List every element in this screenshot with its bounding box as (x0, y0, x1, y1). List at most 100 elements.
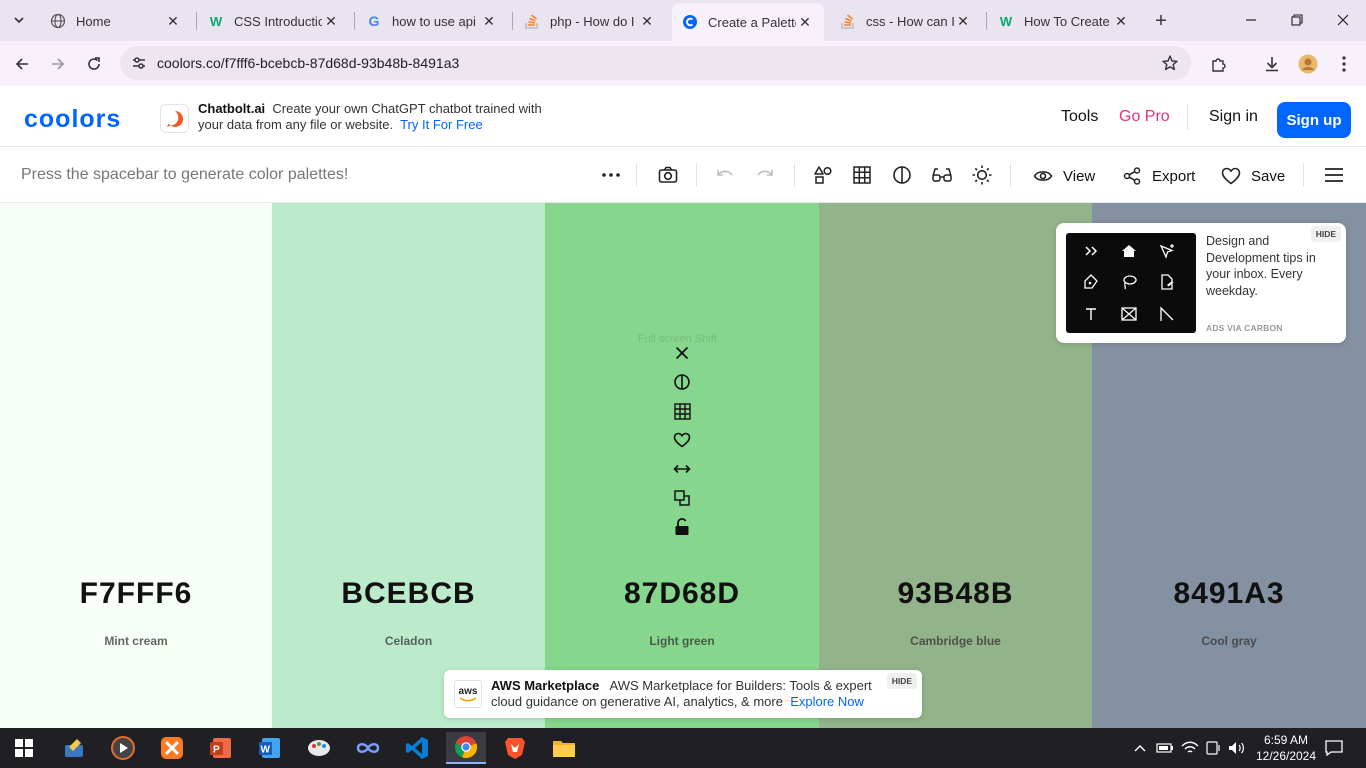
lock-color-button[interactable] (672, 517, 692, 537)
color-swatch[interactable]: 93B48B Cambridge blue (819, 203, 1092, 728)
sign-in-link[interactable]: Sign in (1209, 108, 1258, 126)
browser-tab[interactable]: W How To Create a ✕ (988, 4, 1140, 38)
coolors-logo[interactable]: coolors (24, 105, 121, 134)
browser-tab[interactable]: W CSS Introduction ✕ (198, 4, 350, 38)
wifi-icon[interactable] (1181, 740, 1199, 756)
back-button[interactable] (8, 50, 36, 78)
color-swatch-hovered[interactable]: Full screen Shift 87D68D Light green (545, 203, 819, 728)
hamburger-menu-button[interactable] (1322, 163, 1346, 187)
taskbar-app-xampp[interactable] (152, 732, 192, 764)
color-name[interactable]: Celadon (272, 634, 545, 648)
close-icon[interactable]: ✕ (954, 12, 972, 30)
taskbar-app-infinity[interactable] (348, 732, 388, 764)
close-icon[interactable]: ✕ (1112, 12, 1130, 30)
start-button[interactable] (4, 732, 44, 764)
save-button[interactable]: Save (1221, 164, 1285, 188)
camera-button[interactable] (656, 163, 680, 187)
browser-tab[interactable]: Home ✕ (40, 4, 192, 38)
taskbar-app-word[interactable]: W (250, 732, 290, 764)
go-pro-link[interactable]: Go Pro (1119, 108, 1170, 126)
color-swatch[interactable]: F7FFF6 Mint cream (0, 203, 272, 728)
browser-menu-button[interactable] (1330, 50, 1358, 78)
undo-button[interactable] (713, 163, 737, 187)
downloads-button[interactable] (1258, 50, 1286, 78)
hex-code[interactable]: F7FFF6 (0, 577, 272, 611)
hide-bottom-ad-button[interactable]: HIDE (886, 673, 917, 689)
color-blindness-button[interactable] (930, 163, 954, 187)
header-ad[interactable]: Chatbolt.ai Create your own ChatGPT chat… (198, 101, 558, 133)
address-bar[interactable]: coolors.co/f7fff6-bcebcb-87d68d-93b48b-8… (120, 46, 1191, 80)
taskbar-app-powerpoint[interactable]: P (201, 732, 241, 764)
view-grid-button[interactable] (672, 401, 692, 421)
ad-text[interactable]: Design and Development tips in your inbo… (1206, 233, 1316, 299)
extensions-button[interactable] (1205, 50, 1233, 78)
redo-button[interactable] (753, 163, 777, 187)
new-tab-button[interactable]: + (1150, 10, 1172, 32)
shapes-button[interactable] (811, 163, 835, 187)
tools-link[interactable]: Tools (1061, 108, 1098, 126)
ad-cta-link[interactable]: Try It For Free (400, 117, 483, 132)
color-name[interactable]: Light green (545, 634, 819, 648)
url-text[interactable]: coolors.co/f7fff6-bcebcb-87d68d-93b48b-8… (157, 55, 459, 71)
browser-tab[interactable]: php - How do I ✕ (514, 4, 666, 38)
ads-via-carbon-link[interactable]: ADS VIA CARBON (1206, 323, 1283, 333)
remove-color-button[interactable] (672, 343, 692, 363)
taskbar-app-paint[interactable] (299, 732, 339, 764)
color-swatch[interactable]: BCEBCB Celadon (272, 203, 545, 728)
more-options-button[interactable] (599, 163, 623, 187)
chatbolt-logo-icon[interactable] (160, 104, 189, 133)
view-shades-button[interactable] (672, 372, 692, 392)
restore-button[interactable] (1274, 0, 1320, 40)
hex-code[interactable]: BCEBCB (272, 577, 545, 611)
taskbar-app-file-explorer[interactable] (544, 732, 584, 764)
taskbar-app-chrome[interactable] (446, 732, 486, 764)
tab-search-button[interactable] (6, 7, 32, 33)
minimize-button[interactable] (1228, 0, 1274, 40)
close-icon[interactable]: ✕ (322, 12, 340, 30)
grid-view-button[interactable] (850, 163, 874, 187)
drag-color-button[interactable] (672, 459, 692, 479)
close-icon[interactable]: ✕ (164, 12, 182, 30)
taskbar-app-tool[interactable] (54, 732, 94, 764)
save-color-button[interactable] (672, 430, 692, 450)
show-hidden-icons-button[interactable] (1131, 740, 1149, 756)
site-info-icon[interactable] (130, 54, 148, 77)
battery-icon[interactable] (1156, 740, 1174, 756)
export-button[interactable]: Export (1122, 164, 1195, 188)
contrast-button[interactable] (890, 163, 914, 187)
close-icon[interactable]: ✕ (638, 12, 656, 30)
ad-image[interactable] (1066, 233, 1196, 333)
close-window-button[interactable] (1320, 0, 1366, 40)
browser-tab[interactable]: css - How can I ✕ (830, 4, 982, 38)
close-icon[interactable]: ✕ (796, 13, 814, 31)
close-icon[interactable]: ✕ (480, 12, 498, 30)
carbon-ad[interactable]: Design and Development tips in your inbo… (1056, 223, 1346, 343)
hide-ad-button[interactable]: HIDE (1310, 226, 1341, 242)
hex-code[interactable]: 8491A3 (1092, 577, 1366, 611)
browser-tab[interactable]: G how to use api s ✕ (356, 4, 508, 38)
device-icon[interactable] (1204, 740, 1222, 756)
color-name[interactable]: Cambridge blue (819, 634, 1092, 648)
profile-avatar[interactable] (1294, 50, 1322, 78)
view-button[interactable]: View (1033, 164, 1095, 188)
bookmark-star-icon[interactable] (1161, 54, 1179, 77)
taskbar-app-vscode[interactable] (397, 732, 437, 764)
taskbar-clock[interactable]: 6:59 AM 12/26/2024 (1252, 732, 1320, 764)
browser-tab-active[interactable]: Create a Palette ✕ (672, 3, 824, 41)
hex-code[interactable]: 93B48B (819, 577, 1092, 611)
bottom-ad-banner[interactable]: aws AWS Marketplace AWS Marketplace for … (444, 670, 922, 718)
copy-hex-button[interactable] (672, 488, 692, 508)
notifications-button[interactable] (1324, 738, 1344, 758)
taskbar-app-media-player[interactable] (103, 732, 143, 764)
explore-now-link[interactable]: Explore Now (790, 694, 864, 709)
hex-code[interactable]: 87D68D (545, 577, 819, 611)
volume-icon[interactable] (1228, 740, 1246, 756)
sign-up-button[interactable]: Sign up (1277, 102, 1351, 138)
bottom-ad-text[interactable]: AWS Marketplace AWS Marketplace for Buil… (491, 678, 881, 710)
adjust-brightness-button[interactable] (970, 163, 994, 187)
color-name[interactable]: Cool gray (1092, 634, 1366, 648)
reload-button[interactable] (80, 50, 108, 78)
forward-button[interactable] (44, 50, 72, 78)
color-name[interactable]: Mint cream (0, 634, 272, 648)
taskbar-app-brave[interactable] (495, 732, 535, 764)
